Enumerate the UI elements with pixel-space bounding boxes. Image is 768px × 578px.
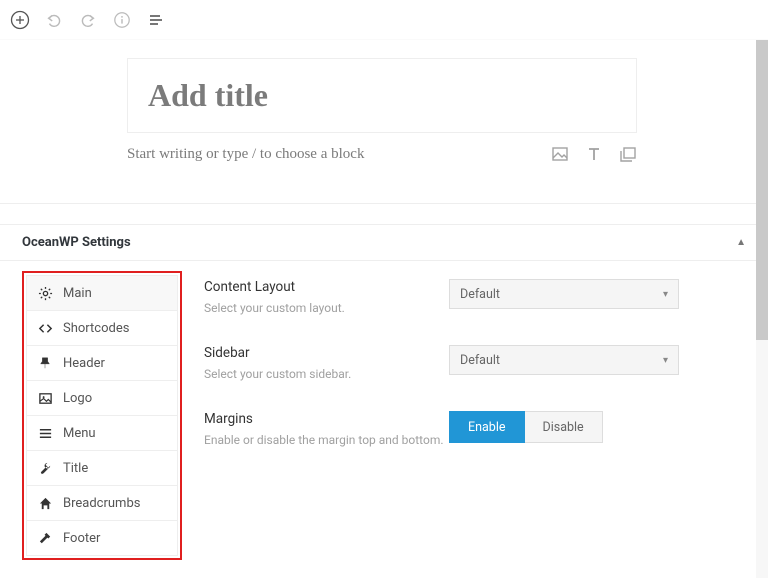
code-icon — [37, 320, 53, 336]
collapse-icon[interactable]: ▲ — [736, 237, 746, 248]
redo-icon[interactable] — [78, 10, 98, 30]
pin-icon — [37, 355, 53, 371]
gear-icon — [37, 285, 53, 301]
tab-label: Shortcodes — [63, 321, 129, 336]
editor-toolbar — [0, 0, 768, 40]
enable-button[interactable]: Enable — [449, 411, 525, 443]
menu-icon — [37, 425, 53, 441]
menu-icon[interactable] — [146, 10, 166, 30]
content-placeholder[interactable]: Start writing or type / to choose a bloc… — [127, 146, 364, 163]
select-value: Default — [460, 287, 500, 302]
wrench-icon — [37, 460, 53, 476]
content-row: Start writing or type / to choose a bloc… — [127, 145, 637, 163]
tab-label: Breadcrumbs — [63, 496, 140, 511]
block-inserter-icons — [551, 145, 637, 163]
image-icon — [37, 390, 53, 406]
editor-area: Add title Start writing or type / to cho… — [0, 40, 768, 204]
margins-toggle: Enable Disable — [449, 411, 728, 443]
info-icon[interactable] — [112, 10, 132, 30]
option-label: Sidebar — [204, 345, 449, 361]
tab-label: Menu — [63, 426, 96, 441]
tab-title[interactable]: Title — [26, 450, 178, 485]
gallery-icon[interactable] — [619, 145, 637, 163]
oceanwp-settings-panel: OceanWP Settings ▲ Main Shortcodes Heade… — [0, 224, 768, 560]
settings-options: Content Layout Select your custom layout… — [182, 261, 768, 560]
content-layout-select[interactable]: Default ▾ — [449, 279, 679, 309]
option-margins: Margins Enable or disable the margin top… — [204, 411, 728, 447]
add-icon[interactable] — [10, 10, 30, 30]
panel-title: OceanWP Settings — [22, 235, 131, 250]
undo-icon[interactable] — [44, 10, 64, 30]
title-placeholder: Add title — [148, 77, 268, 113]
hammer-icon — [37, 530, 53, 546]
chevron-down-icon: ▾ — [663, 355, 668, 366]
image-icon[interactable] — [551, 145, 569, 163]
title-input[interactable]: Add title — [127, 58, 637, 133]
select-value: Default — [460, 353, 500, 368]
tab-label: Header — [63, 356, 105, 371]
option-sidebar: Sidebar Select your custom sidebar. Defa… — [204, 345, 728, 381]
option-content-layout: Content Layout Select your custom layout… — [204, 279, 728, 315]
heading-icon[interactable] — [585, 145, 603, 163]
tab-label: Title — [63, 461, 88, 476]
settings-tabs: Main Shortcodes Header Logo Menu Title — [22, 271, 182, 560]
home-icon — [37, 495, 53, 511]
option-label: Content Layout — [204, 279, 449, 295]
tab-header[interactable]: Header — [26, 345, 178, 380]
option-label: Margins — [204, 411, 449, 427]
option-desc: Select your custom sidebar. — [204, 367, 449, 381]
option-desc: Enable or disable the margin top and bot… — [204, 433, 449, 447]
option-desc: Select your custom layout. — [204, 301, 449, 315]
tab-label: Logo — [63, 391, 92, 406]
tab-shortcodes[interactable]: Shortcodes — [26, 310, 178, 345]
tab-logo[interactable]: Logo — [26, 380, 178, 415]
settings-header[interactable]: OceanWP Settings ▲ — [0, 225, 768, 261]
tab-footer[interactable]: Footer — [26, 520, 178, 556]
sidebar-select[interactable]: Default ▾ — [449, 345, 679, 375]
tab-label: Footer — [63, 531, 100, 546]
chevron-down-icon: ▾ — [663, 289, 668, 300]
scrollbar-thumb[interactable] — [756, 40, 768, 340]
tab-main[interactable]: Main — [26, 275, 178, 310]
tab-label: Main — [63, 286, 92, 301]
disable-button[interactable]: Disable — [525, 411, 603, 443]
tab-breadcrumbs[interactable]: Breadcrumbs — [26, 485, 178, 520]
tab-menu[interactable]: Menu — [26, 415, 178, 450]
